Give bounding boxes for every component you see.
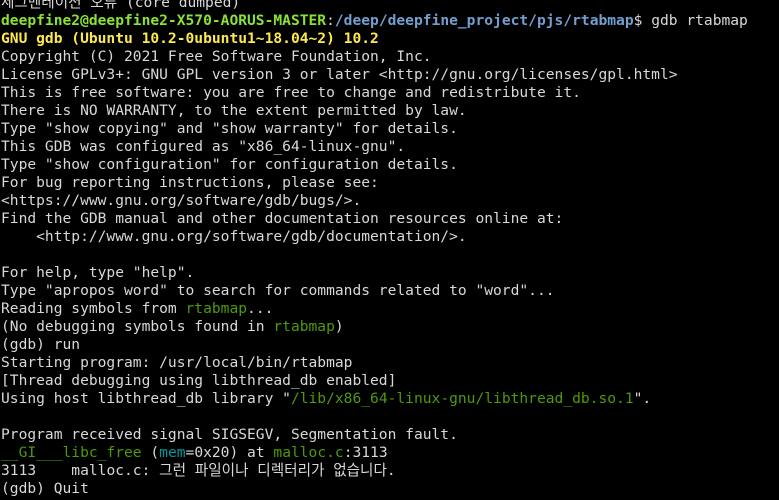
terminal-window[interactable]: 세그멘테이션 오류 (core dumped) deepfine2@deepfin… bbox=[0, 0, 779, 500]
terminal-text-segment: ". bbox=[633, 390, 652, 407]
terminal-text-segment: Type "show copying" and "show warranty" … bbox=[1, 120, 458, 137]
terminal-line: 세그멘테이션 오류 (core dumped) bbox=[1, 0, 748, 12]
terminal-text-segment: malloc.c bbox=[273, 444, 344, 461]
terminal-line: 3113 malloc.c: 그런 파일이나 디렉터리가 없습니다. bbox=[1, 462, 748, 480]
terminal-text-segment: : bbox=[326, 12, 335, 29]
terminal-text-segment: This is free software: you are free to c… bbox=[1, 84, 581, 101]
terminal-text-segment: (gdb) run bbox=[1, 336, 81, 353]
terminal-text-segment: rtabmap bbox=[273, 318, 335, 335]
terminal-text-segment: (No debugging symbols found in bbox=[1, 318, 274, 335]
terminal-line: Type "show configuration" for configurat… bbox=[1, 156, 748, 174]
terminal-text-segment: ( bbox=[141, 444, 160, 461]
terminal-text-segment: Find the GDB manual and other documentat… bbox=[1, 210, 564, 227]
terminal-line: Type "show copying" and "show warranty" … bbox=[1, 120, 748, 138]
terminal-text-segment: __GI___libc_free bbox=[1, 444, 142, 461]
terminal-text-segment: 세그멘테이션 오류 (core dumped) bbox=[1, 0, 241, 11]
terminal-text-segment: rtabmap bbox=[185, 300, 248, 317]
terminal-text-segment: For help, type "help". bbox=[1, 264, 195, 281]
terminal-line: (gdb) run bbox=[1, 336, 748, 354]
terminal-text-segment: Type "show configuration" for configurat… bbox=[1, 156, 458, 173]
terminal-line: License GPLv3+: GNU GPL version 3 or lat… bbox=[1, 66, 748, 84]
terminal-text-segment: /lib/x86_64-linux-gnu/libthread_db.so.1 bbox=[290, 390, 634, 407]
terminal-text-segment: /deep/deepfine_project/pjs/rtabmap bbox=[334, 12, 634, 29]
terminal-text-segment: Type "apropos word" to search for comman… bbox=[1, 282, 555, 299]
terminal-text-segment: (gdb) Quit bbox=[1, 480, 89, 497]
terminal-text-segment: =0x20) at bbox=[185, 444, 274, 461]
terminal-text-segment: ) bbox=[334, 318, 344, 335]
terminal-line: __GI___libc_free (mem=0x20) at malloc.c:… bbox=[1, 444, 748, 462]
terminal-line: Program received signal SIGSEGV, Segment… bbox=[1, 426, 748, 444]
terminal-line: Using host libthread_db library "/lib/x8… bbox=[1, 390, 748, 408]
terminal-text-segment: deepfine2@deepfine2-X570-AORUS-MASTER bbox=[1, 12, 327, 29]
terminal-text-segment: mem bbox=[159, 444, 186, 461]
terminal-text-segment: License GPLv3+: GNU GPL version 3 or lat… bbox=[1, 66, 678, 83]
terminal-text-segment: <http://www.gnu.org/software/gdb/documen… bbox=[1, 228, 467, 245]
terminal-text-segment: [Thread debugging using libthread_db ena… bbox=[1, 372, 397, 389]
terminal-text-segment: Program received signal SIGSEGV, Segment… bbox=[1, 426, 458, 443]
terminal-text-segment: Starting program: /usr/local/bin/rtabmap bbox=[1, 354, 353, 371]
terminal-text-segment: There is NO WARRANTY, to the extent perm… bbox=[1, 102, 467, 119]
terminal-line: Copyright (C) 2021 Free Software Foundat… bbox=[1, 48, 748, 66]
terminal-line: Starting program: /usr/local/bin/rtabmap bbox=[1, 354, 748, 372]
terminal-text-segment: <https://www.gnu.org/software/gdb/bugs/>… bbox=[1, 192, 362, 209]
terminal-line: This is free software: you are free to c… bbox=[1, 84, 748, 102]
terminal-line: <https://www.gnu.org/software/gdb/bugs/>… bbox=[1, 192, 748, 210]
terminal-text-segment: GNU gdb (Ubuntu 10.2-0ubuntu1~18.04~2) 1… bbox=[1, 30, 379, 47]
terminal-line: This GDB was configured as "x86_64-linux… bbox=[1, 138, 748, 156]
terminal-line: GNU gdb (Ubuntu 10.2-0ubuntu1~18.04~2) 1… bbox=[1, 30, 748, 48]
terminal-output: 세그멘테이션 오류 (core dumped) deepfine2@deepfin… bbox=[1, 0, 748, 498]
terminal-text-segment: ... bbox=[247, 300, 274, 317]
terminal-line: <http://www.gnu.org/software/gdb/documen… bbox=[1, 228, 748, 246]
terminal-line: (No debugging symbols found in rtabmap) bbox=[1, 318, 748, 336]
terminal-text-segment: $ gdb rtabmap bbox=[633, 12, 748, 29]
terminal-line: (gdb) Quit bbox=[1, 480, 748, 498]
terminal-line: For help, type "help". bbox=[1, 264, 748, 282]
terminal-line: Type "apropos word" to search for comman… bbox=[1, 282, 748, 300]
terminal-line: Reading symbols from rtabmap... bbox=[1, 300, 748, 318]
terminal-line: [Thread debugging using libthread_db ena… bbox=[1, 372, 748, 390]
terminal-text-segment: 3113 malloc.c: 그런 파일이나 디렉터리가 없습니다. bbox=[1, 462, 396, 479]
terminal-text-segment: Copyright (C) 2021 Free Software Foundat… bbox=[1, 48, 432, 65]
terminal-text-segment: Using host libthread_db library " bbox=[1, 390, 291, 407]
terminal-text-segment: This GDB was configured as "x86_64-linux… bbox=[1, 138, 406, 155]
terminal-text-segment: :3113 bbox=[343, 444, 388, 461]
terminal-text-segment: Reading symbols from bbox=[1, 300, 186, 317]
terminal-line: There is NO WARRANTY, to the extent perm… bbox=[1, 102, 748, 120]
terminal-text-segment: For bug reporting instructions, please s… bbox=[1, 174, 379, 191]
terminal-line: Find the GDB manual and other documentat… bbox=[1, 210, 748, 228]
terminal-line: deepfine2@deepfine2-X570-AORUS-MASTER:/d… bbox=[1, 12, 748, 30]
terminal-line: For bug reporting instructions, please s… bbox=[1, 174, 748, 192]
